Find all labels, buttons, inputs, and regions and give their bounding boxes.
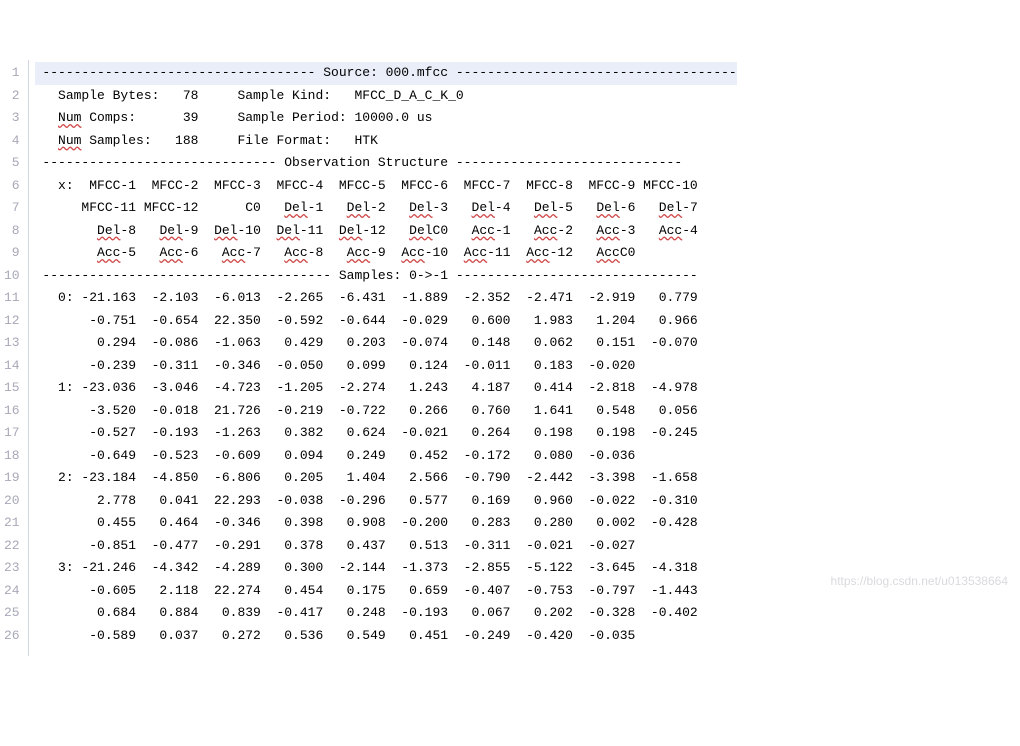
line-number: 3 (4, 107, 20, 130)
line-number: 7 (4, 197, 20, 220)
code-line: 2: -23.184 -4.850 -6.806 0.205 1.404 2.5… (35, 467, 737, 490)
code-line: ------------------------------------- Sa… (35, 265, 737, 288)
line-number: 26 (4, 625, 20, 648)
line-number: 11 (4, 287, 20, 310)
code-line: 0.684 0.884 0.839 -0.417 0.248 -0.193 0.… (35, 602, 737, 625)
code-line: -3.520 -0.018 21.726 -0.219 -0.722 0.266… (35, 400, 737, 423)
code-editor: 1234567891011121314151617181920212223242… (0, 60, 1020, 656)
code-line: ----------------------------------- Sour… (35, 62, 737, 85)
code-line: Del-8 Del-9 Del-10 Del-11 Del-12 DelC0 A… (35, 220, 737, 243)
code-line: 0: -21.163 -2.103 -6.013 -2.265 -6.431 -… (35, 287, 737, 310)
line-number: 17 (4, 422, 20, 445)
code-line: -0.527 -0.193 -1.263 0.382 0.624 -0.021 … (35, 422, 737, 445)
code-content: ----------------------------------- Sour… (29, 60, 737, 656)
code-line: -0.239 -0.311 -0.346 -0.050 0.099 0.124 … (35, 355, 737, 378)
code-line: 3: -21.246 -4.342 -4.289 0.300 -2.144 -1… (35, 557, 737, 580)
code-line: 1: -23.036 -3.046 -4.723 -1.205 -2.274 1… (35, 377, 737, 400)
code-line: -0.649 -0.523 -0.609 0.094 0.249 0.452 -… (35, 445, 737, 468)
line-number: 8 (4, 220, 20, 243)
line-number: 23 (4, 557, 20, 580)
line-number: 12 (4, 310, 20, 333)
code-line: ------------------------------ Observati… (35, 152, 737, 175)
code-line: -0.589 0.037 0.272 0.536 0.549 0.451 -0.… (35, 625, 737, 648)
line-number: 15 (4, 377, 20, 400)
line-number: 1 (4, 62, 20, 85)
code-line: Num Samples: 188 File Format: HTK (35, 130, 737, 153)
line-number: 6 (4, 175, 20, 198)
line-number: 22 (4, 535, 20, 558)
code-line: -0.751 -0.654 22.350 -0.592 -0.644 -0.02… (35, 310, 737, 333)
code-line: Sample Bytes: 78 Sample Kind: MFCC_D_A_C… (35, 85, 737, 108)
line-number: 21 (4, 512, 20, 535)
code-line: MFCC-11 MFCC-12 C0 Del-1 Del-2 Del-3 Del… (35, 197, 737, 220)
line-number: 16 (4, 400, 20, 423)
code-line: 0.294 -0.086 -1.063 0.429 0.203 -0.074 0… (35, 332, 737, 355)
line-number: 10 (4, 265, 20, 288)
line-number-gutter: 1234567891011121314151617181920212223242… (0, 60, 29, 656)
code-line: Acc-5 Acc-6 Acc-7 Acc-8 Acc-9 Acc-10 Acc… (35, 242, 737, 265)
line-number: 20 (4, 490, 20, 513)
line-number: 5 (4, 152, 20, 175)
line-number: 2 (4, 85, 20, 108)
line-number: 4 (4, 130, 20, 153)
code-line: Num Comps: 39 Sample Period: 10000.0 us (35, 107, 737, 130)
code-line: -0.851 -0.477 -0.291 0.378 0.437 0.513 -… (35, 535, 737, 558)
line-number: 18 (4, 445, 20, 468)
line-number: 9 (4, 242, 20, 265)
code-line: 0.455 0.464 -0.346 0.398 0.908 -0.200 0.… (35, 512, 737, 535)
code-line: -0.605 2.118 22.274 0.454 0.175 0.659 -0… (35, 580, 737, 603)
line-number: 13 (4, 332, 20, 355)
line-number: 24 (4, 580, 20, 603)
code-line: 2.778 0.041 22.293 -0.038 -0.296 0.577 0… (35, 490, 737, 513)
line-number: 19 (4, 467, 20, 490)
line-number: 25 (4, 602, 20, 625)
code-line: x: MFCC-1 MFCC-2 MFCC-3 MFCC-4 MFCC-5 MF… (35, 175, 737, 198)
line-number: 14 (4, 355, 20, 378)
